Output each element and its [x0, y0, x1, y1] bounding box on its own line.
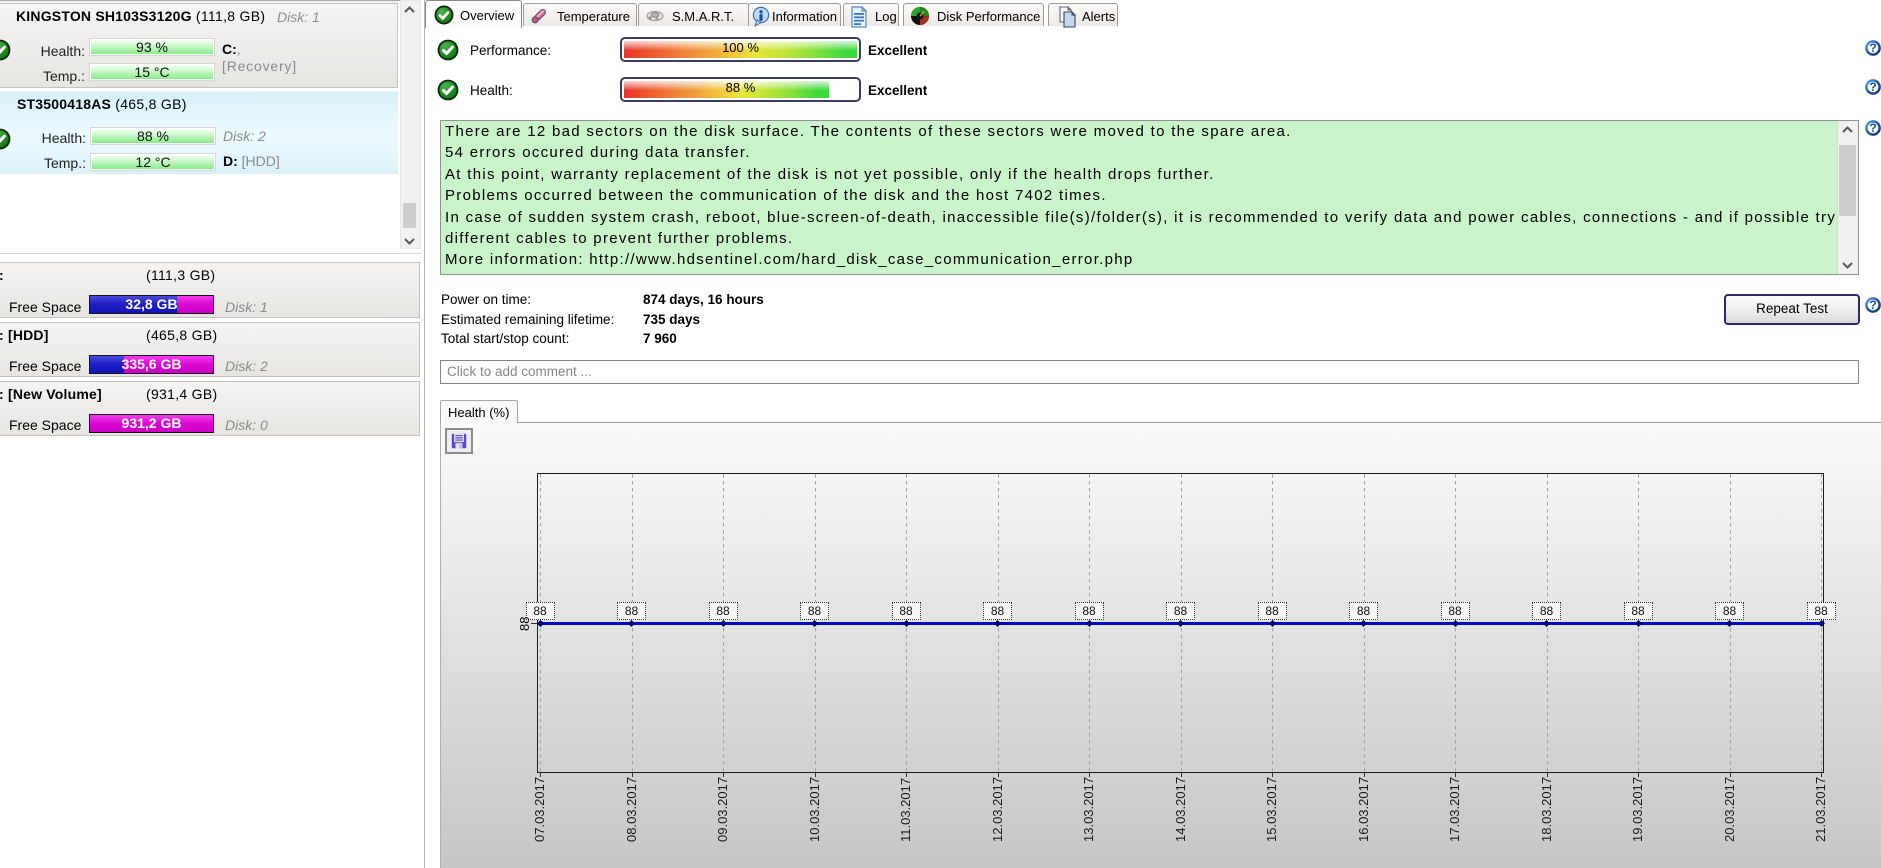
- svg-text:?: ?: [1869, 121, 1876, 135]
- svg-text:?: ?: [1869, 41, 1876, 55]
- svg-text:?: ?: [1869, 298, 1876, 312]
- svg-text:?: ?: [1869, 80, 1876, 94]
